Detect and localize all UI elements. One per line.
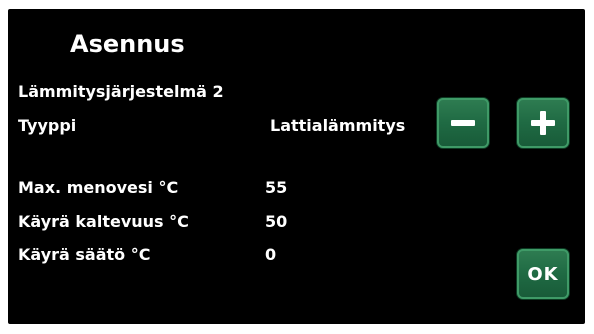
setting-value-max-flow: 55 xyxy=(265,178,288,197)
page-title: Asennus xyxy=(70,30,185,58)
ok-button[interactable]: OK xyxy=(517,249,569,299)
ok-button-label: OK xyxy=(527,263,559,285)
setting-label-curve-adjust: Käyrä säätö °C xyxy=(18,245,151,264)
decrease-button[interactable] xyxy=(437,98,489,148)
setting-value-curve-slope: 50 xyxy=(265,212,288,231)
setting-label-curve-slope: Käyrä kaltevuus °C xyxy=(18,212,189,231)
display-screen: Asennus Lämmitysjärjestelmä 2 Tyyppi Lat… xyxy=(8,9,585,324)
type-label: Tyyppi xyxy=(18,116,77,135)
type-value: Lattialämmitys xyxy=(270,116,406,135)
setting-label-max-flow: Max. menovesi °C xyxy=(18,178,179,197)
setting-value-curve-adjust: 0 xyxy=(265,245,277,264)
system-name: Lämmitysjärjestelmä 2 xyxy=(18,82,224,101)
minus-icon xyxy=(451,120,475,126)
increase-button[interactable] xyxy=(517,98,569,148)
plus-icon xyxy=(531,111,555,135)
